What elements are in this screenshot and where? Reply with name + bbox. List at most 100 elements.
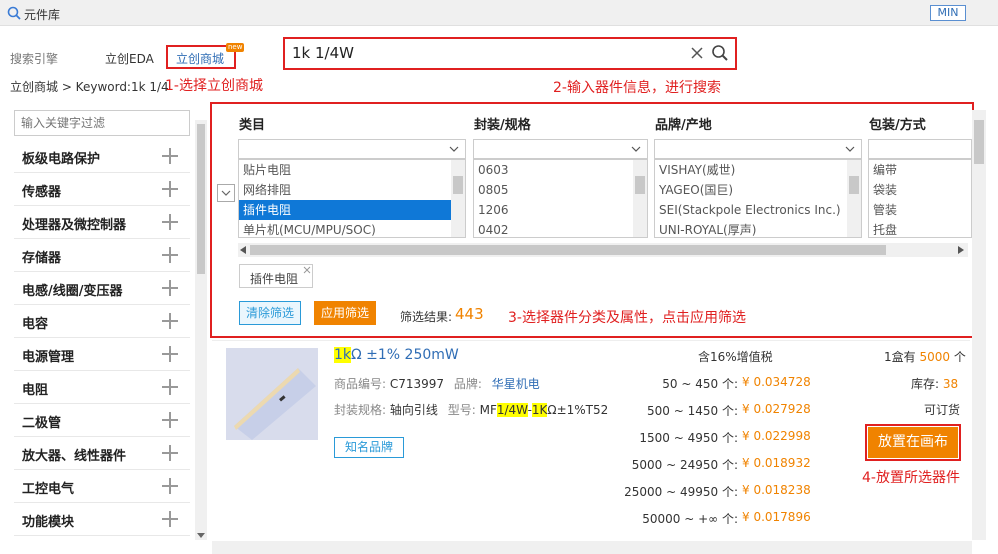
filter-option[interactable]: SEI(Stackpole Electronics Inc.) [655,200,861,220]
price-tier-price: ¥ 0.018932 [742,456,811,470]
filter-listbox: VISHAY(威世) YAGEO(国巨) SEI(Stackpole Electro… [654,159,862,238]
collapse-toggle[interactable] [217,184,235,202]
expand-plus-icon[interactable] [162,280,178,296]
price-tier-price: ¥ 0.027928 [742,402,811,416]
expand-plus-icon[interactable] [162,346,178,362]
step4-annotation: 4-放置所选器件 [862,470,960,486]
step2-annotation: 2-输入器件信息，进行搜索 [553,80,721,96]
filter-option[interactable]: 1206 [474,200,647,220]
sidebar-item-label: 处理器及微控制器 [22,218,127,233]
listbox-scrollbar[interactable] [633,160,647,237]
clear-filter-button[interactable]: 清除筛选 [239,301,301,325]
search-input[interactable] [292,43,672,63]
filter-option[interactable]: 网络排阻 [239,180,465,200]
filter-option[interactable]: VISHAY(威世) [655,160,861,180]
main-scrollbar[interactable] [972,110,986,540]
filter-option[interactable]: 袋装 [869,180,971,200]
category-filter-input[interactable] [14,110,190,136]
minimize-button[interactable]: MIN [930,5,966,21]
price-tier-qty: 500 ~ 1450 个: [647,404,738,418]
sidebar-item[interactable]: 处理器及微控制器 [14,206,190,239]
chip-close-icon[interactable] [303,266,311,274]
price-tier-price: ¥ 0.018238 [742,483,811,497]
filter-option[interactable]: 0603 [474,160,647,180]
sidebar-item[interactable]: 电源管理 [14,338,190,371]
sku-line: 商品编号: C713997 品牌: 华星机电 [334,375,540,392]
sidebar-item-label: 工控电气 [22,482,75,497]
sidebar-item[interactable]: 二极管 [14,404,190,437]
filter-column-title: 包装/方式 [869,118,926,133]
search-submit-icon[interactable] [711,44,729,62]
sidebar-item[interactable]: 功能模块 [14,503,190,536]
expand-plus-icon[interactable] [162,313,178,329]
expand-plus-icon[interactable] [162,412,178,428]
expand-plus-icon[interactable] [162,181,178,197]
sidebar-item[interactable]: 存储器 [14,239,190,272]
search-engine-label: 搜索引擎 [10,52,59,66]
sidebar-item[interactable]: 电阻 [14,371,190,404]
filter-dropdown[interactable] [654,139,862,159]
sidebar-item[interactable]: 板级电路保护 [14,140,190,173]
bottom-bar [212,541,972,554]
expand-plus-icon[interactable] [162,247,178,263]
sidebar-item[interactable]: 工控电气 [14,470,190,503]
filter-option[interactable]: 0402 [474,220,647,237]
filter-option[interactable]: 托盘 [869,220,971,237]
filter-option[interactable]: 插件电阻 [239,200,465,220]
place-on-canvas-button[interactable]: 放置在画布 [868,427,958,458]
title-bar [0,0,998,26]
sidebar-scrollbar[interactable] [195,120,207,540]
listbox-scrollbar[interactable] [451,160,465,237]
chevron-down-icon [631,146,641,152]
expand-plus-icon[interactable] [162,214,178,230]
expand-plus-icon[interactable] [162,445,178,461]
listbox-scrollbar[interactable] [847,160,861,237]
package-value: 轴向引线 [389,403,438,417]
filter-listbox: 编带 袋装 管装 托盘 [868,159,972,238]
sidebar-item[interactable]: 传感器 [14,173,190,206]
filter-option[interactable]: 单片机(MCU/MPU/SOC) [239,220,465,237]
sidebar-item-label: 功能模块 [22,515,75,530]
filter-option[interactable]: 0805 [474,180,647,200]
filter-listbox: 贴片电阻 网络排阻 插件电阻 单片机(MCU/MPU/SOC) [238,159,466,238]
expand-plus-icon[interactable] [162,379,178,395]
filter-option[interactable]: 编带 [869,160,971,180]
brand-tag: 知名品牌 [334,437,404,458]
product-title[interactable]: 1kΩ ±1% 250mW [334,347,459,363]
filter-option[interactable]: UNI-ROYAL(厚声) [655,220,861,237]
orderable-text: 可订货 [924,403,961,417]
brand-label: 品牌: [453,377,482,391]
tab-lceda[interactable]: 立创EDA [105,50,154,67]
filter-dropdown[interactable] [238,139,466,159]
scroll-down-icon[interactable] [197,533,205,539]
sidebar-item[interactable]: 电容 [14,305,190,338]
breadcrumb: 立创商城 > Keyword:1k 1/4W [10,80,168,94]
model-value: MF1/4W-1KΩ±1%T52 [479,403,609,417]
filter-option[interactable]: 管装 [869,200,971,220]
package-label: 封装规格: [334,403,387,417]
sidebar-item[interactable]: 放大器、线性器件 [14,437,190,470]
clear-icon[interactable] [690,46,704,60]
brand-link[interactable]: 华星机电 [492,377,540,391]
price-tier-qty: 50000 ~ +∞ 个: [642,512,738,526]
filter-listbox: 0603080512060402插件 [473,159,648,238]
expand-plus-icon[interactable] [162,148,178,164]
filter-dropdown[interactable] [868,139,972,159]
sidebar-item-label: 电感/线圈/变压器 [22,284,123,299]
step3-annotation: 3-选择器件分类及属性，点击应用筛选 [508,310,746,326]
tab-lcsc-mall[interactable]: 立创商城 [176,50,224,67]
box-qty: 1盒有 5000 个 [884,350,966,364]
expand-plus-icon[interactable] [162,511,178,527]
filter-dropdown[interactable] [473,139,648,159]
scroll-left-icon[interactable] [240,246,246,254]
filter-option[interactable]: YAGEO(国巨) [655,180,861,200]
horizontal-scrollbar[interactable] [238,243,968,257]
scroll-right-icon[interactable] [958,246,964,254]
apply-filter-button[interactable]: 应用筛选 [314,301,376,325]
price-tier-price: ¥ 0.034728 [742,375,811,389]
product-image[interactable] [226,348,318,440]
model-label: 型号: [447,403,476,417]
sidebar-item[interactable]: 电感/线圈/变压器 [14,272,190,305]
expand-plus-icon[interactable] [162,478,178,494]
filter-option[interactable]: 贴片电阻 [239,160,465,180]
